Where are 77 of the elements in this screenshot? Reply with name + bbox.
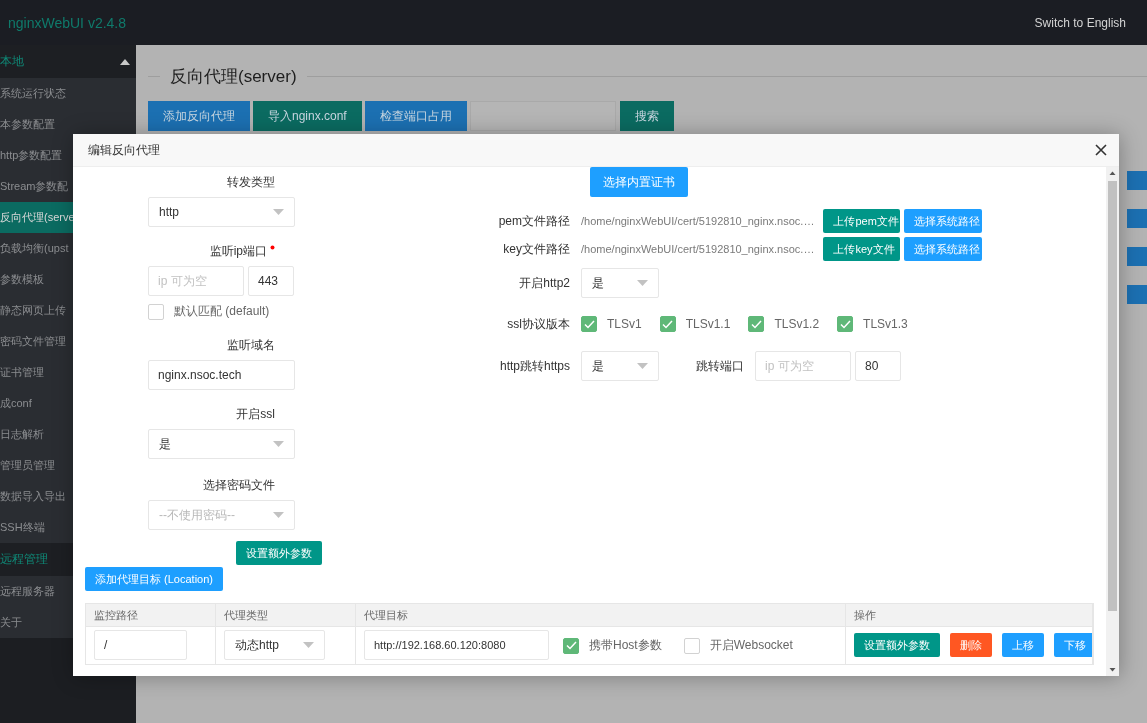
field-label: http跳转https [498,357,570,375]
ssl-select[interactable]: 是 [148,429,295,459]
proxy-type-select[interactable]: http [148,197,295,227]
field-label: 开启ssl [236,405,275,423]
row-button[interactable] [1127,247,1147,266]
field-label: 开启http2 [518,274,570,292]
toolbar-button[interactable]: 导入nginx.conf [253,101,362,131]
checkbox[interactable] [837,316,854,332]
field-label: key文件路径 [502,240,570,258]
field-label: 监听域名 [227,336,275,354]
field-label: pem文件路径 [497,212,570,230]
checkbox[interactable] [748,316,765,332]
builtin-cert-button[interactable]: 选择内置证书 [590,167,688,197]
search-button[interactable]: 搜索 [619,101,674,131]
field-label: 监听ip端口 [209,242,267,260]
path-field[interactable]: / [94,630,187,660]
checkbox-label: 携带Host参数 [589,637,662,654]
caret-icon [273,209,284,215]
protocol-label: TLSv1.1 [685,317,731,331]
checkbox[interactable] [659,316,676,332]
protocol-label: TLSv1.2 [774,317,820,331]
redirect-select[interactable]: 是 [581,351,659,381]
scrollbar[interactable] [1106,167,1119,676]
sidebar-item[interactable]: 系统运行状态 [0,78,136,109]
action-button[interactable]: 设置额外参数 [854,633,940,657]
search-field[interactable] [469,101,616,131]
action-button[interactable]: 下移 [1054,633,1092,657]
browse-button[interactable]: 选择系统路径 [904,237,983,261]
field-label: 选择密码文件 [203,476,275,494]
column-header: 代理类型 [216,604,356,626]
checkbox-label: 默认匹配 (default) [174,303,270,320]
caret-icon [637,363,648,369]
upload-button[interactable]: 上传key文件 [823,237,901,261]
row-button[interactable] [1127,209,1147,228]
browse-button[interactable]: 选择系统路径 [904,209,983,233]
checkbox[interactable] [581,316,597,332]
add-location-button[interactable]: 添加代理目标 (Location) [85,567,223,591]
caret-icon [273,512,284,518]
app-title: nginxWebUI v2.4.8 [8,14,127,31]
language-link[interactable]: Switch to English [1034,15,1126,30]
target-field[interactable]: http://192.168.60.120:8080 [364,630,549,660]
checkbox-label: 开启Websocket [709,637,793,654]
http2-select[interactable]: 是 [581,268,659,298]
field-label: 转发类型 [227,173,275,191]
toolbar-button[interactable]: 添加反向代理 [148,101,250,131]
ip-field[interactable]: ip 可为空 [148,266,244,296]
column-header: 监控路径 [86,604,216,626]
sidebar-group[interactable]: 本地 [0,45,136,78]
caret-icon [303,642,314,648]
file-path: /home/nginxWebUI/cert/5192810_nginx.nsoc.… [581,243,815,255]
ip-field[interactable]: ip 可为空 [755,351,851,381]
row-button[interactable] [1127,171,1147,190]
page-title: 反向代理(server) [170,65,297,88]
file-path: /home/nginxWebUI/cert/5192810_nginx.nsoc.… [581,215,815,227]
close-icon[interactable] [1095,144,1107,156]
extra-params-button[interactable]: 设置额外参数 [236,541,322,565]
proxy-type-select[interactable]: 动态http [224,630,325,660]
column-header: 操作 [846,604,1093,626]
column-header: 代理目标 [356,604,846,626]
field-label: ssl协议版本 [506,315,570,333]
checkbox[interactable] [563,637,579,654]
protocol-label: TLSv1.3 [863,317,908,331]
port-field[interactable]: 443 [248,266,294,296]
domain-field[interactable]: nginx.nsoc.tech [148,360,295,390]
caret-icon [273,441,284,447]
checkbox[interactable] [683,637,700,654]
toolbar-button[interactable]: 检查端口占用 [364,101,467,131]
row-button[interactable] [1127,285,1147,304]
action-button[interactable]: 删除 [950,633,992,657]
checkbox[interactable] [148,303,164,320]
port-field[interactable]: 80 [855,351,901,381]
field-label: 跳转端口 [695,357,744,375]
protocol-label: TLSv1 [607,317,642,331]
dialog-title: 编辑反向代理 [88,141,160,159]
caret-icon [637,280,648,286]
upload-button[interactable]: 上传pem文件 [823,209,901,233]
action-button[interactable]: 上移 [1002,633,1044,657]
